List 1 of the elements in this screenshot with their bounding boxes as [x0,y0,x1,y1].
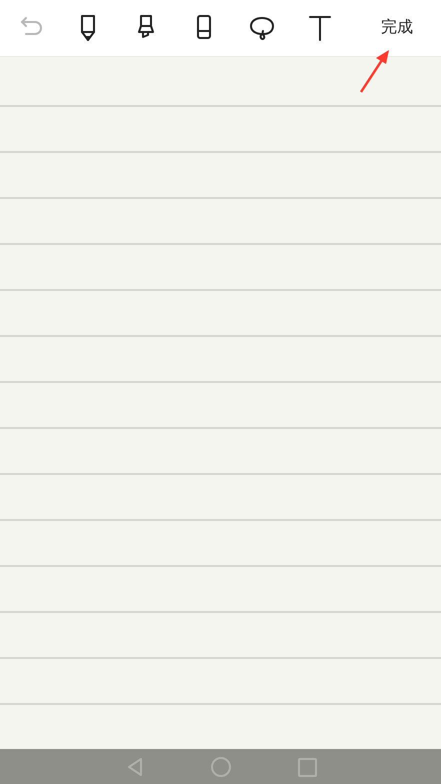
done-button[interactable]: 完成 [379,16,415,40]
